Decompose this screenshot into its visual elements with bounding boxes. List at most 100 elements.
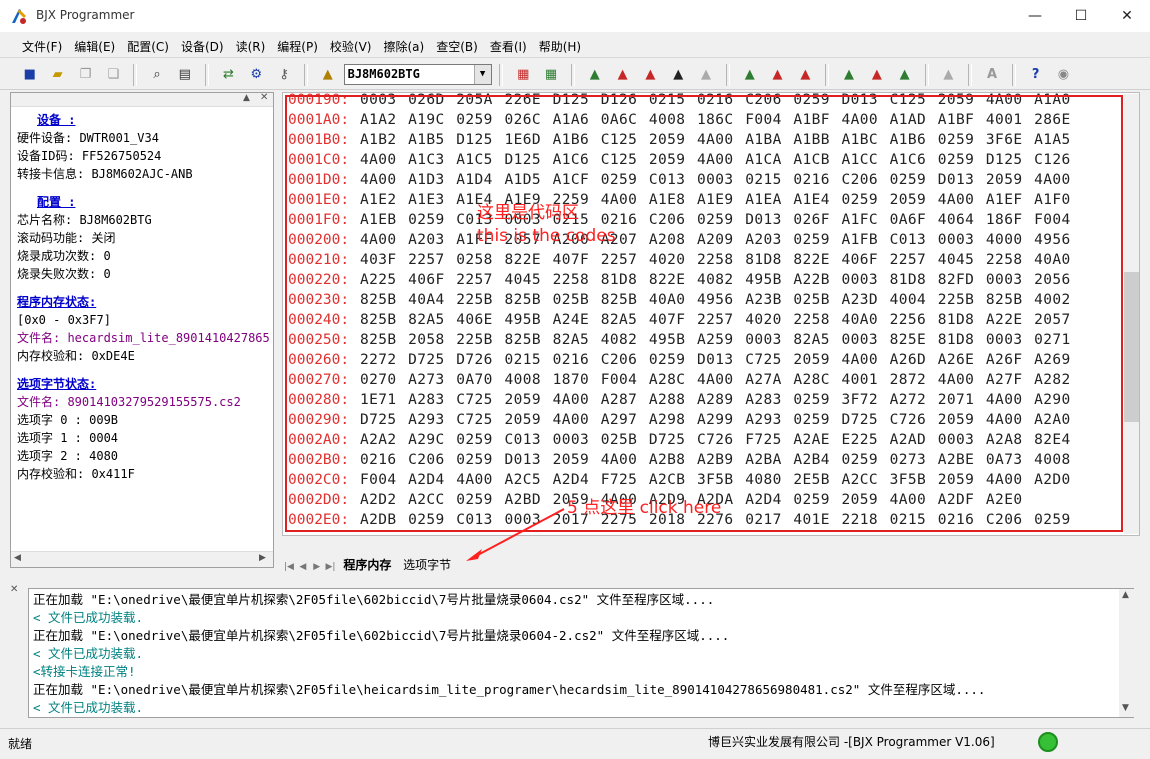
settings-icon[interactable]: ⚙ — [245, 64, 267, 86]
toolbar-divider — [133, 64, 138, 86]
menu-view[interactable]: 查看(I) — [484, 36, 533, 58]
annotation-codes-cn: 这里是代码区 — [477, 203, 579, 223]
buffer-green-icon[interactable]: ▦ — [540, 64, 562, 86]
editor-tabs: |◀ ◀ ▶ ▶| 程序内存 选项字节 — [284, 556, 1144, 576]
toolbar-divider — [1011, 64, 1016, 86]
buffer-red-icon[interactable]: ▦ — [512, 64, 534, 86]
log-line: < 文件已成功装载. — [33, 610, 144, 625]
option-byte-0: 选项字 0 : 009B — [17, 413, 119, 427]
close-icon[interactable]: ✕ — [260, 92, 268, 103]
font-icon[interactable]: A — [981, 64, 1003, 86]
program-filename: 文件名: hecardsim_lite_8901410427865 — [17, 331, 269, 345]
window-title: BJX Programmer — [36, 8, 135, 22]
program-checksum: 内存校验和: 0xDE4E — [17, 349, 135, 363]
toolbar-divider — [825, 64, 830, 86]
panel-header: ▲ ✕ — [11, 92, 273, 107]
menu-bar: 文件(F) 编辑(E) 配置(C) 设备(D) 读(R) 编程(P) 校验(V) 擦除(a) 查… — [0, 36, 1150, 58]
log-line: < 文件已成功装载. — [33, 700, 144, 715]
key-icon[interactable]: ⚷ — [273, 64, 295, 86]
annotation-click-here: 5 点这里 click here — [567, 498, 722, 518]
title-bar: BJX Programmer — ☐ ✕ — [0, 0, 1150, 32]
log-line: 正在加载 "E:\onedrive\最便宜单片机探索\2F05file\602b… — [33, 592, 715, 607]
read-icon[interactable]: ▲ — [584, 64, 606, 86]
menu-edit[interactable]: 编辑(E) — [68, 36, 121, 58]
log-close-icon[interactable]: ✕ — [10, 584, 18, 595]
tab-program-memory[interactable]: 程序内存 — [339, 556, 395, 573]
menu-read[interactable]: 读(R) — [230, 36, 272, 58]
scroll-down-icon[interactable]: ▼ — [1122, 703, 1129, 713]
help-icon[interactable]: ? — [1025, 64, 1047, 86]
document-icon[interactable]: ▤ — [174, 64, 196, 86]
toolbar: ■ ▰ ❐ ❏ ⌕ ▤ ⇄ ⚙ ⚷ ▲ BJ8M602BTG ▼ ▦ ▦ ▲ ▲… — [0, 60, 1150, 90]
collapse-icon[interactable]: ▲ — [243, 93, 250, 103]
log-panel: 正在加载 "E:\onedrive\最便宜单片机探索\2F05file\602b… — [28, 588, 1134, 718]
auto-green-icon[interactable]: ▲ — [838, 64, 860, 86]
copy-icon[interactable]: ❐ — [74, 64, 96, 86]
horizontal-scrollbar[interactable]: ◀ ▶ — [11, 551, 273, 567]
program-memory-heading: 程序内存状态: — [17, 295, 97, 309]
log-line: <转接卡连接正常! — [33, 664, 136, 679]
status-bar: 就绪 博巨兴实业发展有限公司 -[BJX Programmer V1.06] — [0, 728, 1150, 759]
option-byte-2: 选项字 2 : 4080 — [17, 449, 119, 463]
option-program-icon[interactable]: ▲ — [767, 64, 789, 86]
paste-icon[interactable]: ❏ — [102, 64, 124, 86]
info-content: 设备 : 硬件设备: DWTR001_V34 设备ID码: FF52675052… — [17, 111, 269, 483]
menu-verify[interactable]: 校验(V) — [324, 36, 378, 58]
menu-program[interactable]: 编程(P) — [271, 36, 324, 58]
scrollbar-thumb[interactable] — [1124, 272, 1139, 422]
tab-first-icon[interactable]: |◀ — [284, 562, 294, 572]
option-byte-1: 选项字 1 : 0004 — [17, 431, 119, 445]
tab-last-icon[interactable]: ▶| — [325, 562, 336, 572]
log-output: 正在加载 "E:\onedrive\最便宜单片机探索\2F05file\602b… — [33, 591, 1113, 717]
erase-icon[interactable]: ▲ — [667, 64, 689, 86]
toolbar-divider — [303, 64, 308, 86]
toolbar-divider — [499, 64, 504, 86]
tab-next-icon[interactable]: ▶ — [312, 562, 322, 572]
log-scrollbar[interactable]: ▲ ▼ — [1119, 589, 1134, 717]
disabled-action-icon[interactable]: ▲ — [937, 64, 959, 86]
menu-config[interactable]: 配置(C) — [121, 36, 175, 58]
open-folder-icon[interactable]: ▰ — [47, 64, 69, 86]
minimize-button[interactable]: — — [1012, 0, 1058, 32]
chip-select[interactable]: BJ8M602BTG ▼ — [343, 64, 492, 85]
burn-success-count: 烧录成功次数: 0 — [17, 249, 111, 263]
toolbar-divider — [725, 64, 730, 86]
option-filename: 文件名: 89014103279529155575.cs2 — [17, 395, 241, 409]
option-read-icon[interactable]: ▲ — [739, 64, 761, 86]
tab-prev-icon[interactable]: ◀ — [298, 562, 308, 572]
auto-mixed-icon[interactable]: ▲ — [894, 64, 916, 86]
hardware-info: 硬件设备: DWTR001_V34 — [17, 131, 159, 145]
program-icon[interactable]: ▲ — [612, 64, 634, 86]
toolbar-divider — [968, 64, 973, 86]
toolbar-divider — [570, 64, 575, 86]
blank-check-icon[interactable]: ▲ — [695, 64, 717, 86]
menu-blank-check[interactable]: 查空(B) — [430, 36, 484, 58]
menu-help[interactable]: 帮助(H) — [533, 36, 587, 58]
annotation-codes-en: this is the codes — [477, 226, 616, 246]
tab-option-bytes[interactable]: 选项字节 — [399, 556, 455, 573]
option-checksum: 内存校验和: 0x411F — [17, 467, 135, 481]
menu-erase[interactable]: 擦除(a) — [377, 36, 430, 58]
option-verify-icon[interactable]: ▲ — [794, 64, 816, 86]
chip-select-icon[interactable]: ▲ — [317, 64, 339, 86]
chevron-down-icon[interactable]: ▼ — [473, 65, 491, 84]
device-section-heading: 设备 : — [37, 113, 76, 127]
log-line: 正在加载 "E:\onedrive\最便宜单片机探索\2F05file\602b… — [33, 628, 730, 643]
about-icon[interactable]: ◉ — [1052, 64, 1074, 86]
memory-range: [0x0 - 0x3F7] — [17, 313, 111, 327]
scroll-up-icon[interactable]: ▲ — [1122, 590, 1129, 600]
auto-red-icon[interactable]: ▲ — [866, 64, 888, 86]
find-icon[interactable]: ⌕ — [146, 64, 168, 86]
verify-icon[interactable]: ▲ — [639, 64, 661, 86]
connect-icon[interactable]: ⇄ — [217, 64, 239, 86]
close-button[interactable]: ✕ — [1104, 0, 1150, 32]
maximize-button[interactable]: ☐ — [1058, 0, 1104, 32]
connection-led-icon — [1038, 732, 1058, 752]
company-info: 博巨兴实业发展有限公司 -[BJX Programmer V1.06] — [708, 735, 995, 749]
scroll-left-icon[interactable]: ◀ — [14, 553, 21, 563]
save-icon[interactable]: ■ — [19, 64, 41, 86]
scroll-right-icon[interactable]: ▶ — [259, 553, 266, 563]
chip-name-info: 芯片名称: BJ8M602BTG — [17, 213, 152, 227]
menu-device[interactable]: 设备(D) — [175, 36, 230, 58]
menu-file[interactable]: 文件(F) — [16, 36, 68, 58]
